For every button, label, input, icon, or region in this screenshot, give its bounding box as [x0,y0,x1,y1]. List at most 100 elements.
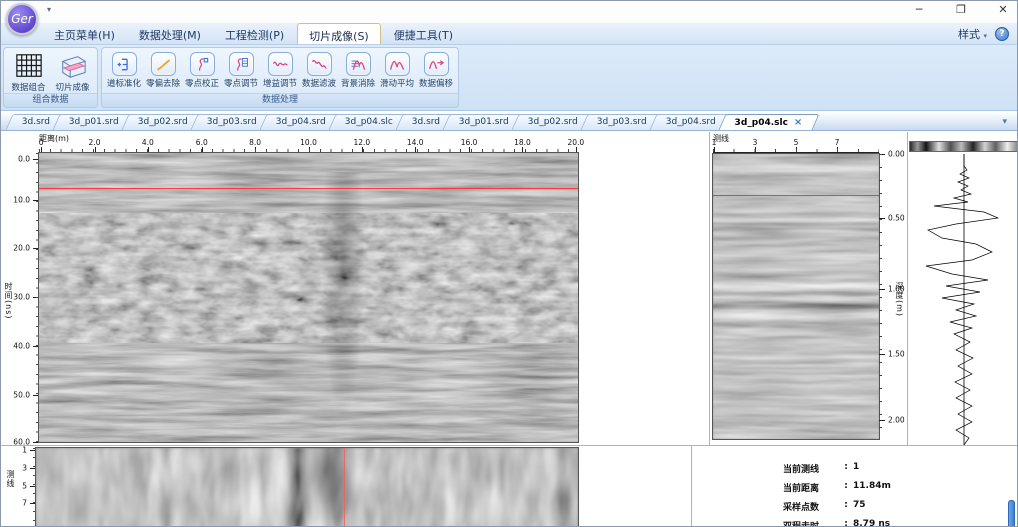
position-cursor-line [344,448,345,526]
slice-y-axis: 1 3 5 7 [19,446,36,526]
menu-tab-4[interactable]: 切片成像(S) [297,23,381,44]
tick-mark [522,147,524,152]
vertical-splitter-3[interactable] [691,446,692,526]
tab-overflow-dropdown-icon[interactable]: ▾ [1002,117,1007,127]
menu-tab-1[interactable]: 主页菜单(H) [43,23,126,44]
info-label: 双程走时 [783,522,820,527]
tick-mark [308,147,310,152]
ribbon-button-slice-cube[interactable]: 切片成像 [51,50,94,93]
slice-cube-icon [55,52,91,80]
ribbon-button-data-filter[interactable]: 数据滤波 [300,50,338,89]
document-tab-12[interactable]: 3d_p04.slc × [718,114,820,130]
ribbon-button-gain-adjust[interactable]: 增益调节 [261,50,299,89]
document-tab-label: 3d_p02.srd [137,117,188,127]
tick-label: 16.0 [460,138,478,147]
main-x-axis: 0 2.0 4.0 6.0 8.0 10.0 12.0 14.0 16.0 18.0 20.0 [38,138,584,153]
info-value: 75 [853,500,866,510]
vertical-splitter-2[interactable] [907,132,908,445]
ribbon-button-label: 数据偏移 [418,79,453,89]
menu-tab-5[interactable]: 便捷工具(T) [383,23,464,44]
tick-mark [469,147,471,152]
tick-label: 50.0 [13,390,30,400]
data-migrate-icon [423,52,449,76]
trace-normalize-icon [111,52,137,76]
document-tab-label: 3d_p04.srd [665,117,716,127]
tick-label: 14.0 [406,138,424,147]
help-icon[interactable]: ? [995,26,1009,41]
tick-mark [415,147,417,152]
style-dropdown-label: 样式 [957,27,980,41]
app-window: Ger ▾ ─ ❐ ✕ 主页菜单(H) 数据处理(M) 工程检测(P) 切片成像(S)… [0,0,1018,527]
line-y-axis-title: 深度(m) [895,282,904,318]
ribbon-button-label: 增益调节 [262,79,297,89]
ribbon-button-label: 道标准化 [106,79,141,89]
tick-label: 5 [793,138,799,147]
ribbon-button-label: 背景消除 [340,79,375,89]
tick-label: 3 [22,463,27,473]
tick-mark [879,419,885,421]
maximize-button[interactable]: ❐ [953,3,969,16]
minimize-button[interactable]: ─ [911,3,927,16]
tick-label: 6.0 [195,138,208,147]
radar-crossline-image[interactable] [712,153,880,440]
document-tab-label: 3d_p04.srd [275,117,326,127]
tick-label: 7 [22,498,27,508]
close-button[interactable]: ✕ [995,3,1011,16]
ribbon-button-zero-offset-remove[interactable]: 零偏去除 [144,50,182,89]
tick-label: 12.0 [353,138,371,147]
app-logo-button[interactable]: Ger [6,3,38,35]
tab-close-icon[interactable]: × [794,117,802,128]
tick-label: 40.0 [13,341,30,351]
info-label: 当前测线 [783,465,820,475]
info-separator: : [844,500,848,510]
ribbon-button-data-grid[interactable]: 数据组合 [7,50,50,93]
ribbon-button-zero-point-adjust[interactable]: 零点调节 [222,50,260,89]
tick-label: 18.0 [514,138,531,147]
tick-mark [879,218,885,220]
ribbon-button-background-remove[interactable]: 背景消除 [339,50,377,89]
slice-y-axis-title: 测线 [6,470,15,488]
document-tab-bar: 3d.srd 3d_p01.srd 3d_p02.srd 3d_p03.srd 3d_p… [1,113,1017,131]
document-tab-label: 3d_p01.srd [69,117,119,127]
tick-mark [796,147,797,152]
ribbon-button-trace-normalize[interactable]: 道标准化 [105,50,143,89]
ribbon-button-moving-average[interactable]: 滑动平均 [378,50,416,89]
data-grid-icon [11,52,47,80]
vertical-splitter-1[interactable] [709,132,710,445]
scrollbar-thumb[interactable] [1008,500,1015,526]
ribbon: 数据组合 切片成像 组合数据 道标准化 零偏去除 零点校正 零点调节 增益调节 数据滤波 背景消除… [1,45,1017,111]
ribbon-group-label: 数据处理 [102,93,458,107]
ribbon-button-zero-point-correct[interactable]: 零点校正 [183,50,221,89]
info-panel: 当前测线:1 当前距离:11.84m 采样点数:75 双程走时:8.79 ns [783,462,891,527]
ribbon-button-data-migrate[interactable]: 数据偏移 [417,50,455,89]
tick-label: 0 [38,138,44,147]
info-label: 当前距离 [783,484,820,494]
tick-mark [879,154,885,155]
tick-mark [201,147,203,152]
ribbon-group-2: 道标准化 零偏去除 零点校正 零点调节 增益调节 数据滤波 背景消除 滑动平均 数据偏移数据处理 [101,47,459,108]
menu-tab-2[interactable]: 数据处理(M) [128,23,212,44]
radar-bscan-image[interactable] [38,152,579,443]
ribbon-button-label: 数据组合 [11,83,46,93]
tick-label: 0.0 [18,154,30,164]
tick-label: 7 [834,138,840,147]
zero-point-correct-icon [189,52,215,76]
info-row: 当前测线:1 [783,462,891,481]
trace-waveform-panel[interactable] [910,154,1017,446]
horizontal-splitter[interactable] [1,445,1017,446]
tick-label: 2.00 [888,415,905,425]
style-dropdown[interactable]: 样式 ▾ [958,26,987,42]
info-row: 双程走时:8.79 ns [783,519,891,527]
radar-slice-image[interactable] [35,447,579,526]
workspace: 距离(m) 0 2.0 4.0 6.0 8.0 10.0 12.0 14.0 16.0 18.0 2… [1,132,1017,527]
ribbon-group-label: 组合数据 [4,93,97,107]
line-x-axis: 1 3 5 7 [712,138,879,153]
document-tab-label: 3d_p03.srd [596,117,647,127]
ribbon-button-label: 零点调节 [223,79,258,89]
gain-adjust-icon [267,52,293,76]
menu-tab-3[interactable]: 工程检测(P) [214,23,295,44]
info-separator: : [844,462,848,472]
tick-label: 3 [752,138,758,147]
quick-access-dropdown-icon[interactable]: ▾ [47,5,51,14]
info-value: 8.79 ns [853,519,891,527]
